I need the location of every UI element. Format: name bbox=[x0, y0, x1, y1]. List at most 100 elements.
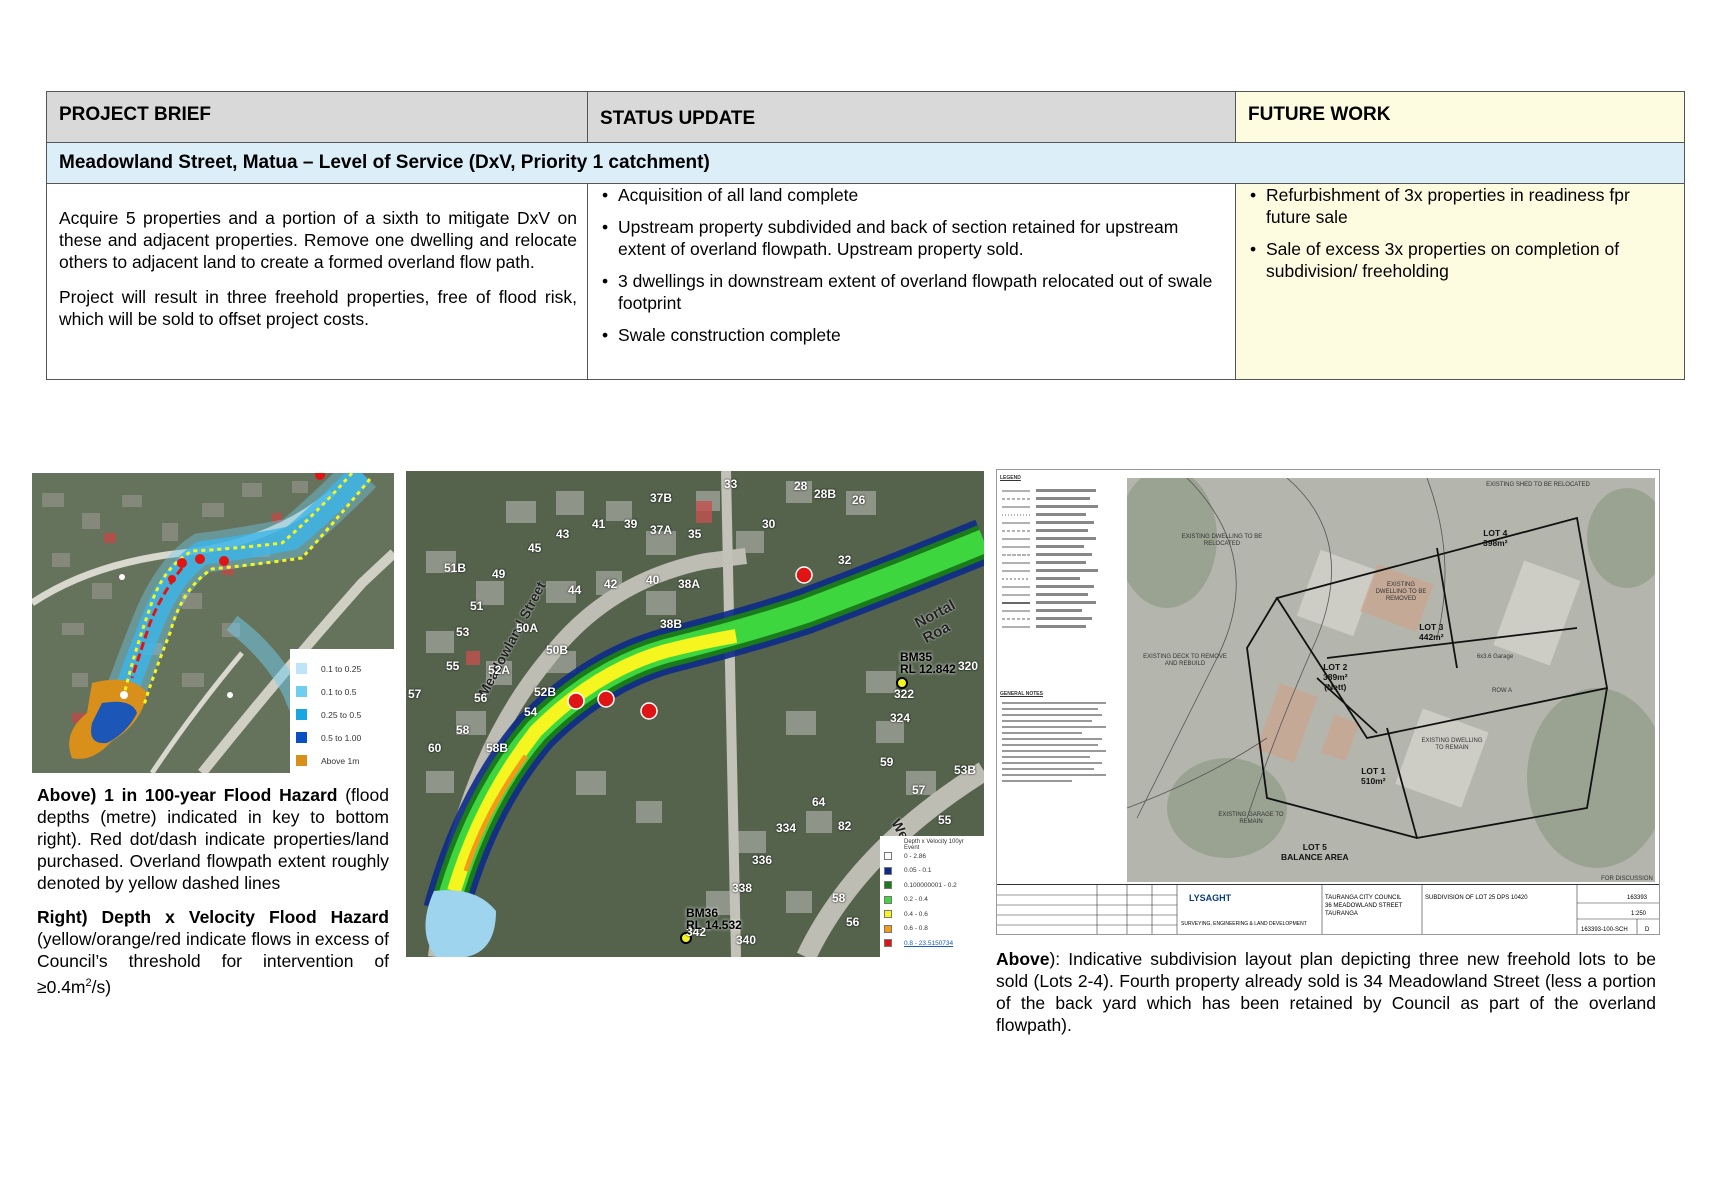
brief-paragraph: Project will result in three freehold pr… bbox=[59, 287, 577, 329]
right-caption: Above): Indicative subdivision layout pl… bbox=[996, 949, 1656, 1035]
lot-number: 82 bbox=[838, 819, 852, 833]
lot-label: LOT 4 398m² bbox=[1483, 528, 1508, 548]
header-row: PROJECT BRIEF STATUS UPDATE FUTURE WORK bbox=[46, 91, 1685, 143]
brief-cell: Acquire 5 properties and a portion of a … bbox=[46, 183, 588, 380]
drawing-title: SUBDIVISION OF LOT 25 DPS 10420 bbox=[1425, 895, 1528, 901]
lot-number: 58 bbox=[456, 723, 470, 737]
legend-item: 0.2 - 0.4 bbox=[884, 893, 980, 908]
benchmark-label: BM35 RL 12.842 bbox=[900, 650, 956, 676]
legend-swatch bbox=[884, 866, 892, 875]
brief-paragraph: Acquire 5 properties and a portion of a … bbox=[59, 208, 577, 272]
plan-note: EXISTING DWELLING TO REMAIN bbox=[1421, 738, 1483, 751]
left-caption: Above) 1 in 100-year Flood Hazard (flood… bbox=[37, 784, 389, 1010]
legend-item: 0 - 2.86 bbox=[884, 849, 980, 864]
lot-number: 60 bbox=[428, 741, 442, 755]
legend-item: 0.25 to 0.5 bbox=[296, 703, 388, 726]
caption-dxv-hazard: Right) Depth x Velocity Flood Hazard (ye… bbox=[37, 907, 389, 997]
legend-item: 0.1 to 0.5 bbox=[296, 680, 388, 703]
lot-number: 53 bbox=[456, 625, 470, 639]
drawing-revision: D bbox=[1645, 927, 1650, 933]
titleblock-grid bbox=[997, 885, 1659, 934]
lot-number: 64 bbox=[812, 795, 826, 809]
status-item: Acquisition of all land complete bbox=[602, 184, 1223, 206]
plan-note: EXISTING DWELLING TO BE REMOVED bbox=[1375, 582, 1427, 602]
lot-number: 56 bbox=[474, 691, 488, 705]
lot-number: 45 bbox=[528, 541, 542, 555]
project-title: Meadowland Street, Matua – Level of Serv… bbox=[46, 142, 1685, 184]
lot-number: 42 bbox=[604, 577, 618, 591]
lot-number: 26 bbox=[852, 493, 866, 507]
legend-swatch bbox=[296, 732, 307, 743]
caption-flood-hazard: Above) 1 in 100-year Flood Hazard (flood… bbox=[37, 785, 389, 893]
project-title-row: Meadowland Street, Matua – Level of Serv… bbox=[46, 142, 1685, 184]
header-status-update: STATUS UPDATE bbox=[587, 91, 1236, 143]
legend-item: 0.05 - 0.1 bbox=[884, 864, 980, 879]
plan-note: ROW A bbox=[1491, 688, 1512, 694]
general-notes-text bbox=[1002, 702, 1106, 782]
lot-number: 340 bbox=[736, 933, 757, 947]
lot-number: 52A bbox=[488, 663, 511, 677]
lot-number: 55 bbox=[446, 659, 460, 673]
client-address: 36 MEADOWLAND STREET bbox=[1325, 903, 1403, 909]
legend-swatch bbox=[884, 910, 892, 919]
lot-number: 49 bbox=[492, 567, 506, 581]
lot-number: 43 bbox=[556, 527, 570, 541]
company-logo: LYSAGHT bbox=[1189, 893, 1232, 903]
header-project-brief: PROJECT BRIEF bbox=[46, 91, 588, 143]
project-number: 163393 bbox=[1627, 895, 1648, 901]
legend-swatch bbox=[884, 895, 892, 904]
lot-number: 54 bbox=[524, 705, 538, 719]
lot-number: 57 bbox=[912, 783, 926, 797]
lot-number: 336 bbox=[752, 853, 773, 867]
benchmark-label: BM36 RL 14.532 bbox=[686, 906, 742, 932]
lot-number: 58B bbox=[486, 741, 509, 755]
plan-note: EXISTING SHED TO BE RELOCATED bbox=[1486, 482, 1590, 488]
lot-label: LOT 2 389m² (Nett) bbox=[1323, 662, 1348, 692]
legend-swatch bbox=[296, 663, 307, 674]
lot-number: 51 bbox=[470, 599, 484, 613]
lot-number: 52B bbox=[534, 685, 557, 699]
lot-number: 28B bbox=[814, 487, 837, 501]
lot-number: 57 bbox=[408, 687, 422, 701]
drawing-scale: 1:250 bbox=[1631, 911, 1647, 917]
status-item: Swale construction complete bbox=[602, 324, 1223, 346]
lot-number: 50B bbox=[546, 643, 569, 657]
plan-note: EXISTING GARAGE TO REMAIN bbox=[1218, 812, 1284, 825]
lot-number: 59 bbox=[880, 755, 894, 769]
body-row: Acquire 5 properties and a portion of a … bbox=[46, 183, 1685, 380]
lot-number: 324 bbox=[890, 711, 911, 725]
lot-number: 322 bbox=[894, 687, 915, 701]
lot-number: 53B bbox=[954, 763, 977, 777]
lot-label: LOT 3 442m² bbox=[1419, 622, 1444, 642]
project-brief-table: PROJECT BRIEF STATUS UPDATE FUTURE WORK … bbox=[46, 91, 1685, 380]
plan-legend-title: LEGEND bbox=[1000, 475, 1021, 481]
lot-label: LOT 1 510m² bbox=[1361, 766, 1386, 786]
subdivision-plan: LEGEND GENERAL NOTES LOT 4 398m² LOT 3 4… bbox=[996, 469, 1660, 935]
lot-number: 41 bbox=[592, 517, 606, 531]
legend-swatch bbox=[884, 881, 892, 890]
company-tag: SURVEYING, ENGINEERING & LAND DEVELOPMEN… bbox=[1181, 921, 1307, 927]
plan-note: EXISTING DWELLING TO BE RELOCATED bbox=[1181, 534, 1263, 547]
lot-number: 44 bbox=[568, 583, 582, 597]
plan-legend: LEGEND GENERAL NOTES bbox=[997, 470, 1119, 880]
plan-note: EXISTING DECK TO REMOVE AND REBUILD bbox=[1143, 654, 1227, 667]
flood-depth-legend: 0.1 to 0.25 0.1 to 0.5 0.25 to 0.5 0.5 t… bbox=[290, 649, 394, 773]
lot-number: 50A bbox=[516, 621, 539, 635]
legend-swatch bbox=[884, 852, 892, 861]
lot-number: 38B bbox=[660, 617, 683, 631]
client-city: TAURANGA bbox=[1325, 911, 1358, 917]
lot-number: 58 bbox=[832, 891, 846, 905]
legend-item: 0.6 - 0.8 bbox=[884, 922, 980, 937]
lot-number: 39 bbox=[624, 517, 638, 531]
lot-number: 40 bbox=[646, 573, 660, 587]
legend-item: 0.4 - 0.6 bbox=[884, 907, 980, 922]
plan-titleblock: LYSAGHT SURVEYING, ENGINEERING & LAND DE… bbox=[997, 884, 1659, 934]
general-notes-title: GENERAL NOTES bbox=[1000, 691, 1043, 697]
lot-number: 51B bbox=[444, 561, 467, 575]
lot-number: 38A bbox=[678, 577, 701, 591]
lot-number: 320 bbox=[958, 659, 979, 673]
lot-number: 35 bbox=[688, 527, 702, 541]
lot-number: 334 bbox=[776, 821, 797, 835]
lot-number: 33 bbox=[724, 477, 738, 491]
legend-item: 0.1 to 0.25 bbox=[296, 657, 388, 680]
